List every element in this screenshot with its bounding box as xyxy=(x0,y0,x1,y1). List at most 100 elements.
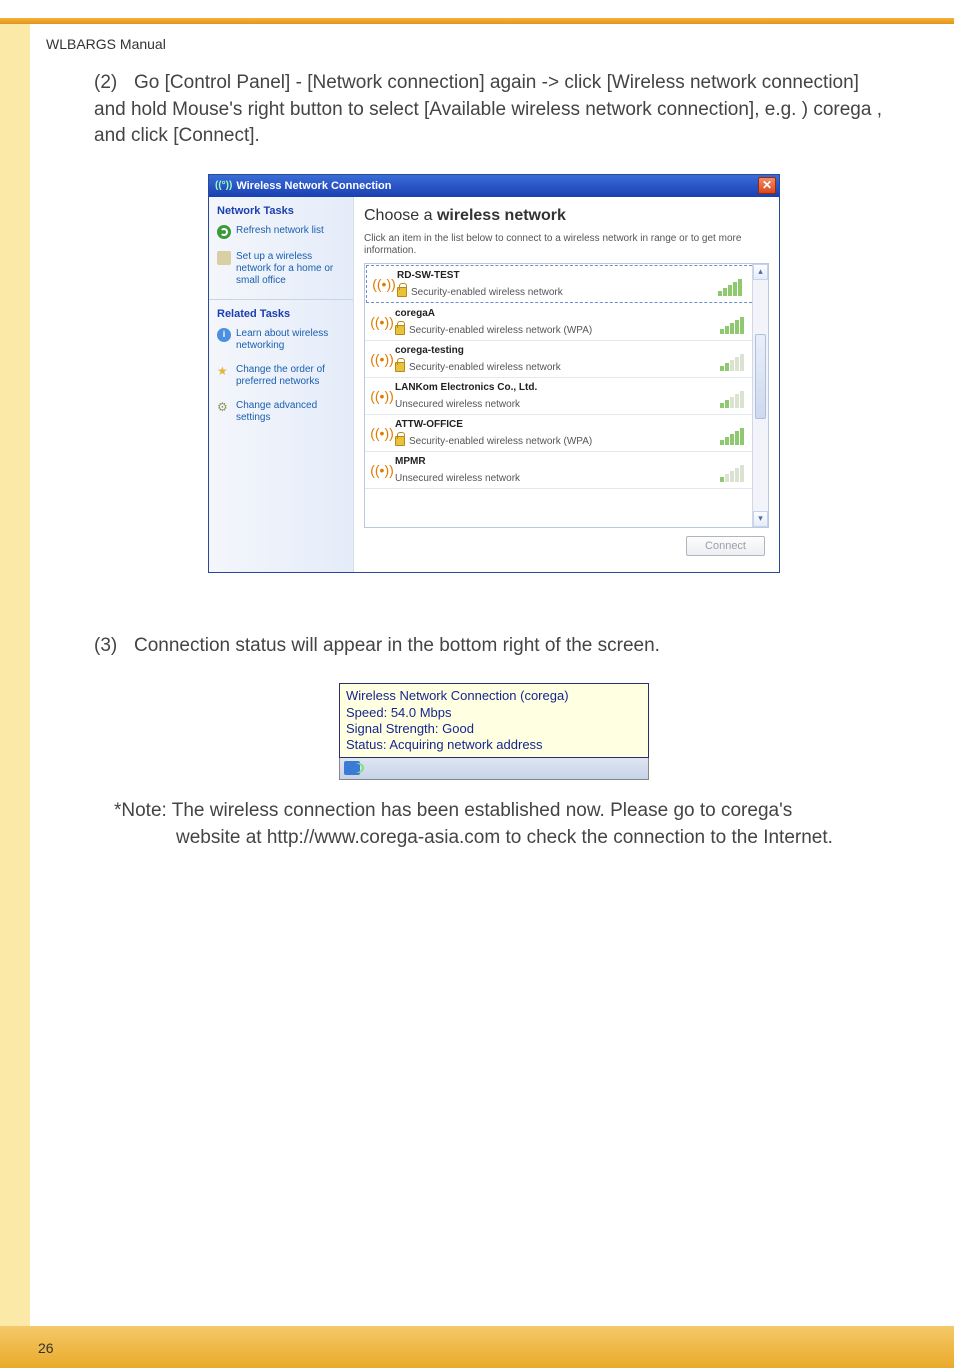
network-security: Security-enabled wireless network xyxy=(395,362,720,373)
note-line-2: website at http://www.corega-asia.com to… xyxy=(114,825,894,852)
wireless-signal-icon: ((•)) xyxy=(369,456,395,484)
network-ssid: coregaA xyxy=(395,308,720,319)
antenna-icon: ((°)) xyxy=(215,180,232,191)
network-item[interactable]: ((•))MPMR Unsecured wireless network xyxy=(365,452,768,489)
network-list: ((•)) RD-SW-TEST Security-enabled wireless… xyxy=(364,263,769,528)
connection-tooltip: Wireless Network Connection (corega) Spe… xyxy=(339,683,649,758)
dialog-main-panel: Choose a wireless network Click an item … xyxy=(354,197,779,572)
refresh-network-list-link[interactable]: Refresh network list xyxy=(217,225,345,239)
network-item[interactable]: ((•))ATTW-OFFICE Security-enabled wireles… xyxy=(365,415,768,452)
dialog-body: Network Tasks Refresh network list Set u… xyxy=(209,197,779,572)
wireless-connection-dialog: ((°)) Wireless Network Connection ✕ Netw… xyxy=(208,174,780,573)
info-icon: i xyxy=(217,328,231,342)
network-item[interactable]: ((•))LANKom Electronics Co., Ltd. Unsecur… xyxy=(365,378,768,415)
top-orange-bar xyxy=(0,18,954,24)
note-line-1: The wireless connection has been establi… xyxy=(172,800,792,821)
note-prefix: *Note: xyxy=(114,800,167,821)
heading-bold: wireless network xyxy=(437,207,566,224)
connect-button[interactable]: Connect xyxy=(686,536,765,556)
footnote: *Note: The wireless connection has been … xyxy=(94,798,894,851)
lock-icon xyxy=(395,325,405,335)
doc-header: WLBARGS Manual xyxy=(46,36,166,52)
network-security-text: Security-enabled wireless network (WPA) xyxy=(409,325,592,336)
scroll-down-button[interactable]: ▾ xyxy=(753,511,768,527)
network-ssid: RD-SW-TEST xyxy=(397,270,718,281)
network-ssid: corega-testing xyxy=(395,345,720,356)
network-security-text: Unsecured wireless network xyxy=(395,399,520,410)
refresh-icon xyxy=(217,225,231,239)
wireless-signal-icon: ((•)) xyxy=(369,345,395,373)
network-security: Unsecured wireless network xyxy=(395,399,720,410)
change-order-link[interactable]: ★ Change the order of preferred networks xyxy=(217,364,345,388)
step-3-text: Connection status will appear in the bot… xyxy=(134,635,660,656)
wireless-signal-icon: ((•)) xyxy=(369,419,395,447)
network-item[interactable]: ((•))corega-testing Security-enabled wire… xyxy=(365,341,768,378)
page-number: 26 xyxy=(38,1340,54,1356)
network-security-text: Security-enabled wireless network xyxy=(409,362,561,373)
scroll-up-button[interactable]: ▴ xyxy=(753,264,768,280)
network-security-text: Security-enabled wireless network xyxy=(411,287,563,298)
connection-tooltip-wrap: Wireless Network Connection (corega) Spe… xyxy=(339,683,649,780)
network-security: Security-enabled wireless network (WPA) xyxy=(395,325,720,336)
signal-strength-icon xyxy=(720,345,750,373)
network-ssid: MPMR xyxy=(395,456,720,467)
dialog-sidebar: Network Tasks Refresh network list Set u… xyxy=(209,197,354,572)
network-security-text: Security-enabled wireless network (WPA) xyxy=(409,436,592,447)
choose-network-heading: Choose a wireless network xyxy=(364,207,769,225)
order-label: Change the order of preferred networks xyxy=(236,364,345,388)
signal-strength-icon xyxy=(720,308,750,336)
step-3-paragraph: (3)Connection status will appear in the … xyxy=(94,633,894,660)
tooltip-line-2: Speed: 54.0 Mbps xyxy=(346,705,642,721)
signal-strength-icon xyxy=(720,456,750,484)
choose-network-subtext: Click an item in the list below to conne… xyxy=(364,233,769,257)
left-margin-stripe xyxy=(0,24,30,1368)
network-security: Security-enabled wireless network xyxy=(397,287,718,298)
close-button[interactable]: ✕ xyxy=(758,177,776,194)
setup-wireless-link[interactable]: Set up a wireless network for a home or … xyxy=(217,251,345,287)
connect-row: Connect xyxy=(364,528,769,562)
step-3-marker: (3) xyxy=(94,633,134,660)
signal-strength-icon xyxy=(718,270,748,298)
signal-strength-icon xyxy=(720,382,750,410)
network-info: LANKom Electronics Co., Ltd. Unsecured wi… xyxy=(395,382,720,410)
advanced-settings-link[interactable]: ⚙ Change advanced settings xyxy=(217,400,345,424)
tooltip-line-4: Status: Acquiring network address xyxy=(346,737,642,753)
network-info: corega-testing Security-enabled wireless … xyxy=(395,345,720,373)
lock-icon xyxy=(395,362,405,372)
lock-icon xyxy=(397,287,407,297)
network-item[interactable]: ((•))RD-SW-TESTSecurity-enabled wireless… xyxy=(366,265,767,303)
learn-wireless-link[interactable]: i Learn about wireless networking xyxy=(217,328,345,352)
refresh-label: Refresh network list xyxy=(236,225,324,239)
step-2-marker: (2) xyxy=(94,70,134,97)
signal-strength-icon xyxy=(720,419,750,447)
network-info: coregaA Security-enabled wireless network… xyxy=(395,308,720,336)
system-tray xyxy=(339,758,649,780)
step-2-text: Go [Control Panel] - [Network connection… xyxy=(94,72,882,146)
star-icon: ★ xyxy=(217,364,231,378)
network-security: Unsecured wireless network xyxy=(395,473,720,484)
gear-icon: ⚙ xyxy=(217,400,231,414)
network-ssid: LANKom Electronics Co., Ltd. xyxy=(395,382,720,393)
network-security: Security-enabled wireless network (WPA) xyxy=(395,436,720,447)
scrollbar-track[interactable]: ▴ ▾ xyxy=(752,264,768,527)
network-tasks-header: Network Tasks xyxy=(217,205,345,217)
wireless-signal-icon: ((•)) xyxy=(369,308,395,336)
network-info: ATTW-OFFICE Security-enabled wireless net… xyxy=(395,419,720,447)
dialog-titlebar[interactable]: ((°)) Wireless Network Connection ✕ xyxy=(209,175,779,197)
lock-icon xyxy=(395,436,405,446)
setup-label: Set up a wireless network for a home or … xyxy=(236,251,345,287)
learn-label: Learn about wireless networking xyxy=(236,328,345,352)
network-info: MPMR Unsecured wireless network xyxy=(395,456,720,484)
scroll-thumb[interactable] xyxy=(755,334,766,419)
heading-pre: Choose a xyxy=(364,207,437,224)
sidebar-separator xyxy=(209,299,353,300)
advanced-label: Change advanced settings xyxy=(236,400,345,424)
dialog-title-text: Wireless Network Connection xyxy=(236,180,391,192)
step-2-paragraph: (2)Go [Control Panel] - [Network connect… xyxy=(94,70,894,150)
wireless-signal-icon: ((•)) xyxy=(369,382,395,410)
network-item[interactable]: ((•))coregaA Security-enabled wireless ne… xyxy=(365,304,768,341)
wireless-tray-icon[interactable] xyxy=(344,761,360,775)
network-ssid: ATTW-OFFICE xyxy=(395,419,720,430)
bottom-orange-bar xyxy=(0,1326,954,1368)
tooltip-line-3: Signal Strength: Good xyxy=(346,721,642,737)
